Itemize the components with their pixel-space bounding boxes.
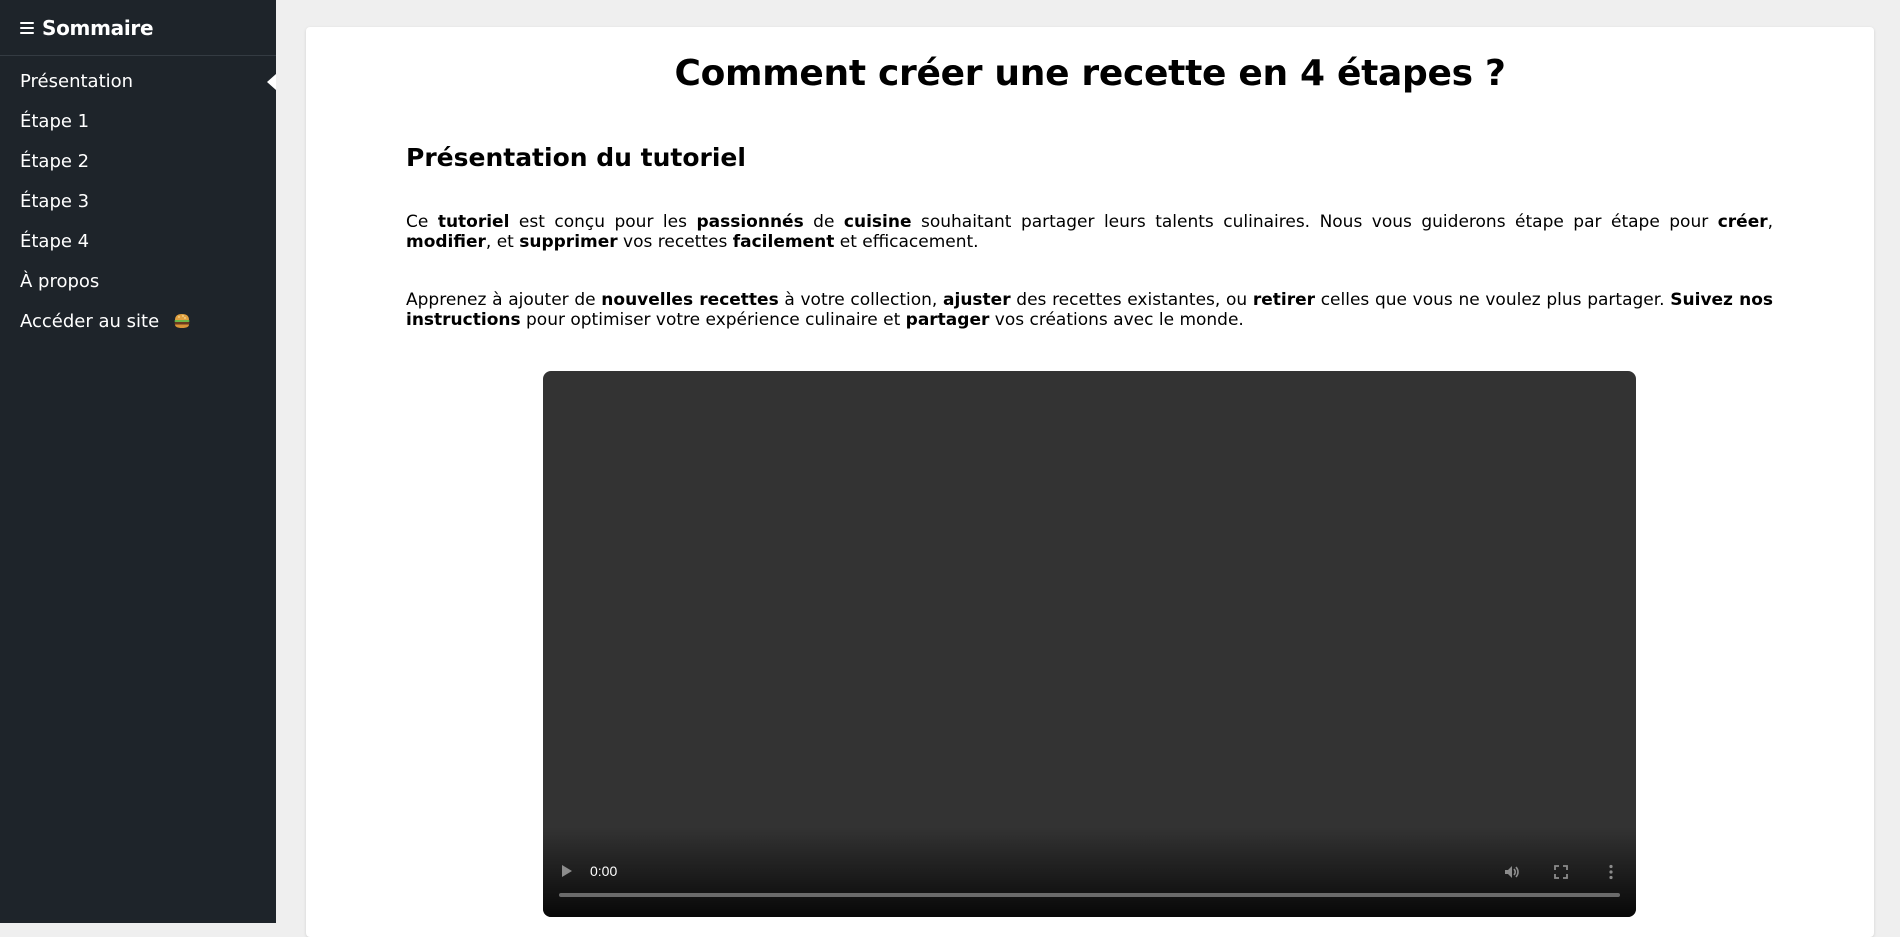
text-segment: , [1767,212,1774,232]
sidebar-item-a-propos[interactable]: À propos [0,262,276,302]
bold-segment: tutoriel [437,212,510,232]
sidebar-item-label: À propos [20,271,100,292]
play-icon[interactable] [562,865,572,877]
text-segment: de [803,212,844,232]
volume-icon[interactable] [1503,863,1521,881]
sidebar-item-etape-2[interactable]: Étape 2 [0,142,276,182]
sidebar-item-presentation[interactable]: Présentation [0,62,276,102]
sidebar-title: Sommaire [42,15,154,40]
sidebar: Sommaire Présentation Étape 1 Étape 2 Ét… [0,0,276,923]
sidebar-item-etape-4[interactable]: Étape 4 [0,222,276,262]
sidebar-item-label: Étape 4 [20,231,90,252]
text-segment: pour optimiser votre expérience culinair… [520,310,906,330]
bold-segment: partager [905,310,990,330]
text-segment: Ce [406,212,438,232]
bold-segment: modifier [406,232,486,252]
sidebar-item-label: Étape 3 [20,191,90,212]
text-segment: souhaitant partager leurs talents culina… [911,212,1718,232]
page-title: Comment créer une recette en 4 étapes ? [674,53,1506,94]
text-segment: et efficacement. [834,232,979,252]
text-segment: vos recettes [617,232,733,252]
bold-segment: cuisine [843,212,912,232]
sidebar-header[interactable]: Sommaire [0,0,276,56]
fullscreen-icon[interactable] [1552,863,1570,881]
bold-segment: passionnés [696,212,804,232]
text-segment: à votre collection, [778,290,944,310]
bold-segment: créer [1717,212,1768,232]
sidebar-item-acceder-au-site[interactable]: Accéder au site [0,302,276,342]
bold-segment: retirer [1252,290,1316,310]
sidebar-item-label: Étape 2 [20,151,90,172]
video-controls: 0:00 [543,827,1636,917]
bold-segment: nouvelles recettes [601,290,779,310]
text-segment: , et [485,232,520,252]
bold-segment: ajuster [943,290,1011,310]
sidebar-item-label: Étape 1 [20,111,90,132]
text-segment: vos créations avec le monde. [989,310,1244,330]
intro-paragraph-2: Apprenez à ajouter de nouvelles recettes… [406,290,1773,330]
sidebar-nav: Présentation Étape 1 Étape 2 Étape 3 Éta… [0,56,276,342]
video-progress-bar[interactable] [559,893,1620,897]
text-segment: des recettes existantes, ou [1010,290,1253,310]
sidebar-item-label: Présentation [20,71,134,92]
sidebar-item-etape-3[interactable]: Étape 3 [0,182,276,222]
intro-paragraph-1: Ce tutoriel est conçu pour les passionné… [406,212,1773,252]
bold-segment: facilement [732,232,835,252]
main-content: Comment créer une recette en 4 étapes ? … [306,27,1874,937]
video-player[interactable]: 0:00 [543,371,1636,917]
text-segment: celles que vous ne voulez plus partager. [1315,290,1671,310]
sidebar-item-etape-1[interactable]: Étape 1 [0,102,276,142]
section-title: Présentation du tutoriel [406,143,746,172]
video-time: 0:00 [590,863,618,879]
sidebar-item-label: Accéder au site [20,311,160,332]
burger-emoji-icon [174,314,190,328]
bold-segment: supprimer [519,232,618,252]
text-segment: Apprenez à ajouter de [406,290,602,310]
menu-icon[interactable] [20,21,34,34]
more-options-icon[interactable] [1602,863,1620,881]
text-segment: est conçu pour les [509,212,697,232]
